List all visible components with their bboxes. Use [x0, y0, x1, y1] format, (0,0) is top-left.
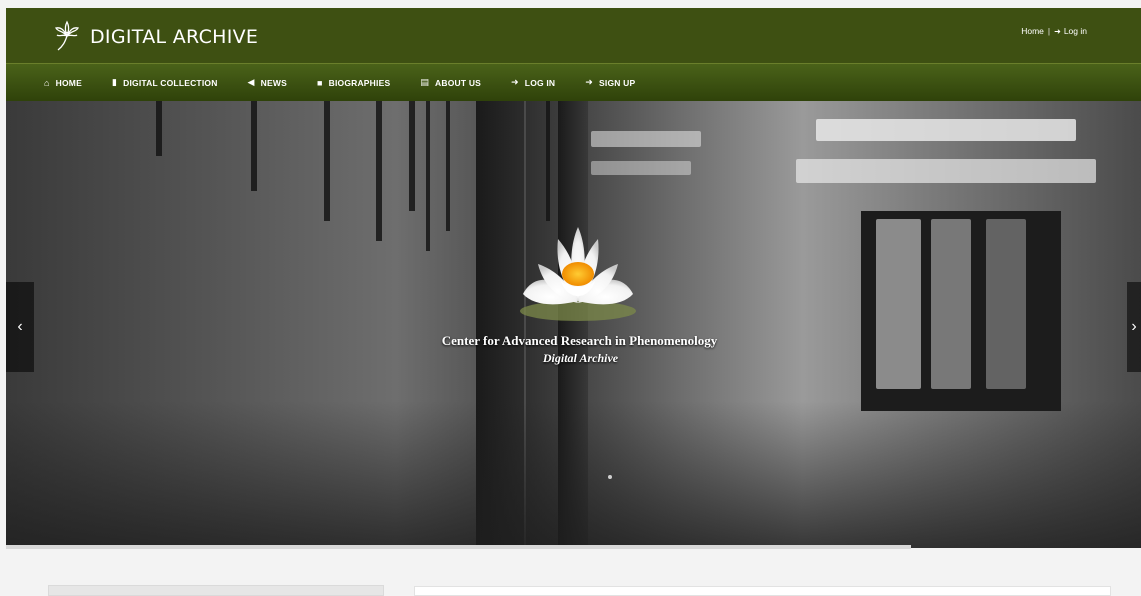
nav-item-label: BIOGRAPHIES — [328, 77, 391, 88]
carousel-indicator[interactable] — [608, 475, 612, 479]
nav-item-label: ABOUT US — [435, 77, 482, 88]
logo[interactable]: DIGITAL ARCHIVE — [52, 20, 258, 52]
hero-title: Center for Advanced Research in Phenomen… — [441, 333, 718, 348]
locker-handle — [324, 101, 330, 221]
nav-item-digital-collection[interactable]: ▮ DIGITAL COLLECTION — [112, 77, 218, 88]
ceiling-light — [591, 161, 691, 175]
top-links-separator: | — [1047, 26, 1051, 36]
locker-handle — [376, 101, 382, 241]
site-title: DIGITAL ARCHIVE — [90, 25, 259, 48]
chevron-right-icon: › — [1131, 318, 1137, 335]
bullhorn-icon: ◀ — [247, 77, 255, 87]
locker-handle — [251, 101, 257, 191]
content-panel — [414, 586, 1111, 596]
lotus-flower-image — [520, 227, 636, 321]
nav-item-label: HOME — [55, 77, 82, 88]
nav-item-news[interactable]: ◀ NEWS — [248, 77, 287, 88]
locker-handle — [409, 101, 415, 211]
nav-item-home[interactable]: ⌂ HOME — [44, 78, 82, 88]
locker-handle — [156, 101, 162, 156]
nav-item-label: SIGN UP — [599, 77, 636, 88]
nav-item-sign-up[interactable]: ➜ SIGN UP — [585, 77, 635, 88]
ceiling-light — [591, 131, 701, 147]
sidebar-panel — [48, 585, 384, 596]
nav-item-label: DIGITAL COLLECTION — [123, 77, 218, 88]
ceiling-light — [816, 119, 1076, 141]
ceiling-light — [796, 159, 1096, 183]
top-home-link[interactable]: Home — [1021, 26, 1044, 36]
locker-handle — [426, 101, 430, 251]
hero-subtitle: Digital Archive — [542, 351, 619, 365]
nav-item-label: LOG IN — [524, 77, 556, 88]
list-icon: ■ — [316, 77, 323, 88]
sign-in-icon: ➜ — [585, 77, 594, 87]
top-login-link[interactable]: Log in — [1064, 26, 1087, 36]
sign-in-icon: ➜ — [511, 77, 519, 87]
main-nav: ⌂ HOME ▮ DIGITAL COLLECTION ◀ NEWS ■ BIO… — [6, 63, 1141, 101]
home-icon: ⌂ — [44, 77, 50, 88]
lotus-logo-icon — [52, 20, 82, 52]
book-icon: ▮ — [111, 77, 118, 87]
chevron-left-icon: ‹ — [17, 318, 23, 335]
nav-item-log-in[interactable]: ➜ LOG IN — [511, 77, 555, 88]
carousel-prev-button[interactable]: ‹ — [6, 282, 34, 372]
hero-floor — [6, 401, 1141, 548]
nav-item-biographies[interactable]: ■ BIOGRAPHIES — [317, 78, 390, 88]
document-icon: ▤ — [420, 77, 430, 87]
hero-carousel: Center for Advanced Research in Phenomen… — [6, 101, 1141, 548]
nav-item-about-us[interactable]: ▤ ABOUT US — [420, 77, 481, 88]
hero-bottom-strip — [6, 545, 911, 549]
locker-handle — [546, 101, 550, 221]
locker-handle — [446, 101, 450, 231]
site-header: DIGITAL ARCHIVE Home | ➜ Log in — [6, 8, 1141, 63]
sign-in-icon: ➜ — [1054, 26, 1061, 36]
top-links: Home | ➜ Log in — [1021, 26, 1087, 36]
page: DIGITAL ARCHIVE Home | ➜ Log in ⌂ HOME ▮… — [0, 0, 1141, 596]
nav-item-label: NEWS — [260, 77, 287, 88]
hero-caption: Center for Advanced Research in Phenomen… — [6, 333, 1141, 366]
carousel-next-button[interactable]: › — [1127, 282, 1141, 372]
